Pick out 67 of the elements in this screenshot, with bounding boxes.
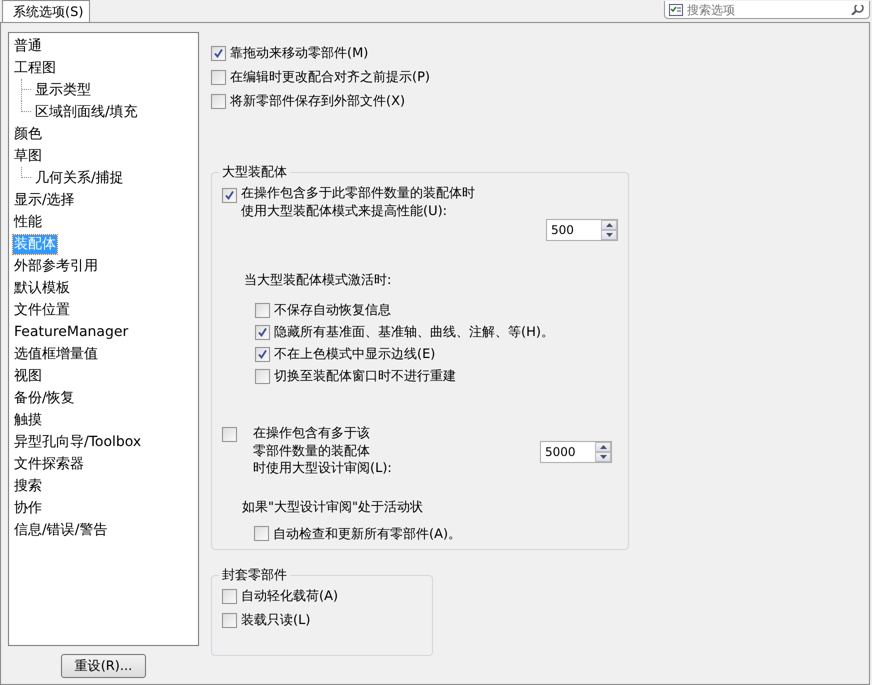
category-item[interactable]: 几何关系/捕捉: [34, 168, 125, 188]
category-item[interactable]: 信息/错误/警告: [13, 520, 108, 540]
number-spinner[interactable]: 5000: [540, 441, 612, 463]
group-title: 封套零部件: [221, 567, 288, 584]
spin-up-button[interactable]: [595, 442, 611, 452]
checkbox[interactable]: [222, 612, 237, 628]
tree-connector: [21, 167, 32, 178]
search-box[interactable]: 搜索选项: [664, 1, 870, 19]
checkbox-label: 不在上色模式中显示边线(E): [274, 346, 436, 363]
category-item[interactable]: 工程图: [13, 58, 57, 78]
category-item[interactable]: 触摸: [13, 410, 43, 430]
checkbox[interactable]: [222, 188, 237, 203]
category-item[interactable]: FeatureManager: [13, 322, 130, 342]
down-arrow-icon: [600, 455, 606, 459]
checkbox-label: 切换至装配体窗口时不进行重建: [274, 368, 456, 385]
checkbox-label: 靠拖动来移动零部件(M): [230, 45, 368, 62]
spin-down-button[interactable]: [601, 230, 617, 240]
section-label: 如果"大型设计审阅"处于活动状: [242, 498, 424, 516]
category-item[interactable]: 选值框增量值: [13, 344, 99, 364]
category-item[interactable]: 区域剖面线/填充: [34, 102, 139, 122]
category-item[interactable]: 备份/恢复: [13, 388, 76, 408]
checkbox[interactable]: [211, 46, 226, 60]
up-arrow-icon: [606, 223, 612, 227]
checkbox-label: 不保存自动恢复信息: [274, 302, 391, 319]
category-item[interactable]: 搜索: [13, 476, 43, 496]
section-label: 当大型装配体模式激活时:: [244, 272, 392, 289]
category-item[interactable]: 颜色: [13, 124, 43, 144]
checkbox[interactable]: [211, 70, 226, 84]
down-arrow-icon: [606, 233, 612, 237]
checklist-icon: [669, 4, 683, 16]
checkbox[interactable]: [255, 302, 270, 318]
search-icon[interactable]: [849, 4, 865, 14]
spin-up-button[interactable]: [601, 220, 617, 230]
checkbox[interactable]: [222, 588, 237, 604]
category-item[interactable]: 文件探索器: [13, 454, 85, 474]
number-spinner[interactable]: 500: [546, 219, 618, 241]
checkbox-label: 自动检查和更新所有零部件(A)。: [273, 526, 462, 542]
checkbox-label: 装载只读(L): [241, 612, 310, 629]
checkbox-label: 自动轻化载荷(A): [241, 588, 338, 605]
category-item[interactable]: 性能: [13, 212, 43, 232]
category-item[interactable]: 文件位置: [13, 300, 71, 320]
category-item[interactable]: 草图: [13, 146, 43, 166]
category-item[interactable]: 异型孔向导/Toolbox: [13, 432, 142, 452]
reset-button[interactable]: 重设(R)...: [61, 654, 146, 678]
checkbox[interactable]: [211, 94, 226, 108]
category-item[interactable]: 普通: [13, 36, 43, 56]
checkbox-label: 在操作包含有多于该 零部件数量的装配体 时使用大型设计审阅(L):: [253, 425, 392, 478]
tab[interactable]: 系统选项(S): [2, 0, 90, 22]
category-item[interactable]: 外部参考引用: [13, 256, 99, 276]
spin-down-button[interactable]: [595, 452, 611, 462]
checkbox-label: 隐藏所有基准面、基准轴、曲线、注解、等(H)。: [274, 324, 554, 341]
checkbox[interactable]: [255, 324, 270, 340]
checkbox-label: 在操作包含多于此零部件数量的装配体时 使用大型装配体模式来提高性能(U):: [241, 185, 475, 221]
group-title: 大型装配体: [221, 164, 288, 181]
search-field[interactable]: 搜索选项: [687, 2, 837, 16]
checkbox-label: 在编辑时更改配合对齐之前提示(P): [230, 69, 430, 86]
category-item[interactable]: 协作: [13, 498, 43, 518]
checkbox[interactable]: [255, 346, 270, 362]
category-item[interactable]: 显示类型: [34, 80, 92, 100]
checkbox[interactable]: [255, 368, 270, 384]
category-item[interactable]: 显示/选择: [13, 190, 76, 210]
category-item[interactable]: 默认模板: [13, 278, 71, 298]
checkbox[interactable]: [254, 526, 269, 541]
up-arrow-icon: [600, 445, 606, 449]
category-item[interactable]: 视图: [13, 366, 43, 386]
checkbox[interactable]: [222, 427, 237, 442]
checkbox-label: 将新零部件保存到外部文件(X): [230, 93, 406, 110]
